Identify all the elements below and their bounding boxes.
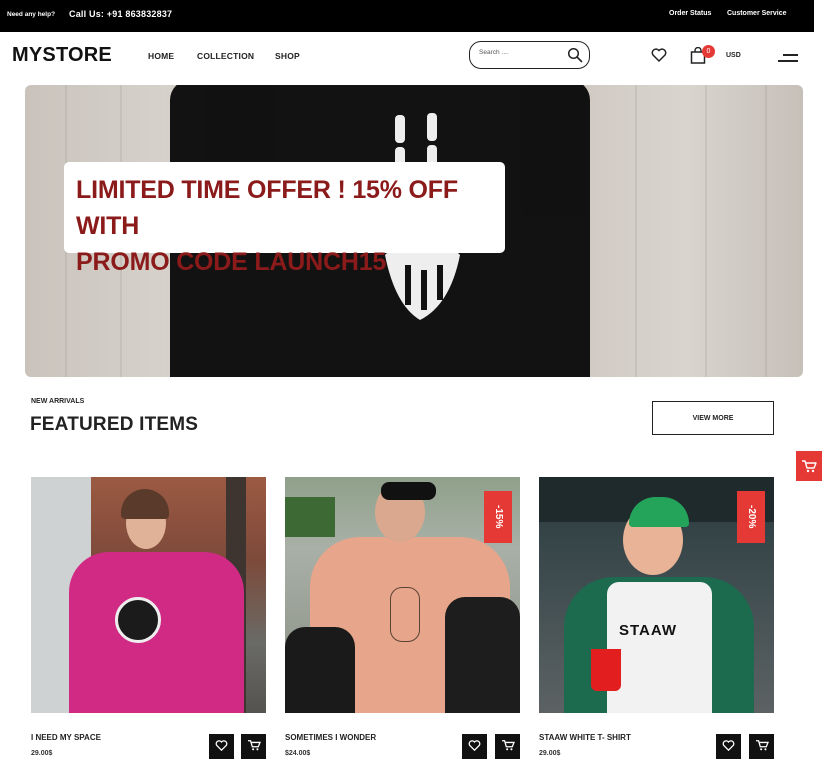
product-price: 29.00$ xyxy=(31,750,53,757)
cart-icon xyxy=(802,460,817,473)
product-card[interactable]: I NEED MY SPACE 29.00$ xyxy=(31,477,266,767)
currency-selector[interactable]: USD xyxy=(726,52,741,59)
add-to-cart-button[interactable] xyxy=(749,734,774,759)
call-us-link[interactable]: Call Us: +91 863832837 xyxy=(69,9,172,19)
top-bar: Need any help? Call Us: +91 863832837 Or… xyxy=(0,0,814,32)
discount-badge: -15% xyxy=(484,491,512,543)
product-card[interactable]: STAAW -20% STAAW WHITE T- SHIRT 29.00$ xyxy=(539,477,774,767)
cart-icon xyxy=(247,740,261,751)
cart-count-badge: 0 xyxy=(702,45,715,58)
cart-icon xyxy=(755,740,769,751)
product-name[interactable]: SOMETIMES I WONDER xyxy=(285,733,376,742)
wishlist-button[interactable] xyxy=(209,734,234,759)
hero-banner[interactable]: LIMITED TIME OFFER ! 15% OFF WITH PROMO … xyxy=(25,85,803,377)
shirt-print-text: STAAW xyxy=(619,622,678,639)
nav-collection[interactable]: COLLECTION xyxy=(197,51,254,61)
order-status-link[interactable]: Order Status xyxy=(669,10,711,17)
menu-icon[interactable] xyxy=(778,54,798,62)
product-card[interactable]: -15% SOMETIMES I WONDER $24.00$ xyxy=(285,477,520,767)
nav-home[interactable]: HOME xyxy=(148,51,174,61)
logo[interactable]: MYSTORE xyxy=(12,44,112,67)
discount-badge: -20% xyxy=(737,491,765,543)
customer-service-link[interactable]: Customer Service xyxy=(727,10,787,17)
add-to-cart-button[interactable] xyxy=(241,734,266,759)
section-eyebrow: NEW ARRIVALS xyxy=(31,398,85,405)
search-input[interactable] xyxy=(479,49,559,56)
cart-icon xyxy=(501,740,515,751)
product-price: $24.00$ xyxy=(285,750,311,757)
product-price: 29.00$ xyxy=(539,750,561,757)
help-text: Need any help? xyxy=(7,11,56,18)
search-icon[interactable] xyxy=(567,47,583,68)
promo-heading: LIMITED TIME OFFER ! 15% OFF WITH PROMO … xyxy=(76,176,458,276)
wishlist-button[interactable] xyxy=(716,734,741,759)
add-to-cart-button[interactable] xyxy=(495,734,520,759)
heart-icon[interactable] xyxy=(651,48,667,67)
wishlist-button[interactable] xyxy=(462,734,487,759)
product-name[interactable]: I NEED MY SPACE xyxy=(31,733,101,742)
promo-box: LIMITED TIME OFFER ! 15% OFF WITH PROMO … xyxy=(64,162,505,276)
search-box xyxy=(469,41,590,69)
view-more-button[interactable]: VIEW MORE xyxy=(652,401,774,435)
nav-shop[interactable]: SHOP xyxy=(275,51,300,61)
heart-icon xyxy=(215,740,228,752)
heart-icon xyxy=(468,740,481,752)
heart-icon xyxy=(722,740,735,752)
product-name[interactable]: STAAW WHITE T- SHIRT xyxy=(539,733,631,742)
section-title: FEATURED ITEMS xyxy=(30,414,199,435)
floating-cart-button[interactable] xyxy=(796,451,822,481)
product-image[interactable] xyxy=(31,477,266,713)
